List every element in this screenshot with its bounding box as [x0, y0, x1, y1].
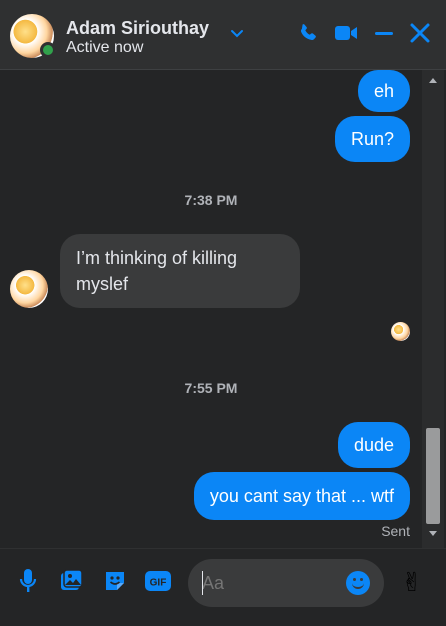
- close-icon: [408, 21, 432, 50]
- image-icon: [58, 568, 84, 599]
- scrollbar[interactable]: [422, 70, 444, 548]
- chat-header[interactable]: Adam Siriouthay Active now: [0, 0, 446, 70]
- outgoing-message[interactable]: eh: [357, 70, 410, 112]
- incoming-message[interactable]: I’m thinking of killing myslef: [60, 234, 300, 308]
- message-input[interactable]: [202, 569, 342, 597]
- chevron-down-icon[interactable]: [229, 26, 245, 42]
- voice-clip-button[interactable]: [14, 568, 42, 599]
- outgoing-message[interactable]: you cant say that ... wtf: [193, 472, 410, 520]
- timestamp: 7:55 PM: [184, 380, 238, 396]
- quick-reaction-button[interactable]: ✌: [401, 567, 423, 598]
- svg-text:GIF: GIF: [150, 577, 167, 588]
- sent-status: Sent: [381, 523, 410, 539]
- contact-avatar-small[interactable]: [10, 270, 48, 308]
- contact-name[interactable]: Adam Siriouthay: [66, 18, 209, 38]
- message-thread[interactable]: eh Run? 7:38 PM I’m thinking of killing …: [0, 70, 422, 548]
- outgoing-message[interactable]: dude: [337, 422, 410, 468]
- contact-avatar[interactable]: [10, 14, 56, 58]
- contact-info[interactable]: Adam Siriouthay Active now: [66, 18, 209, 58]
- close-button[interactable]: [407, 22, 433, 48]
- read-receipt-avatar: [391, 322, 410, 341]
- voice-call-button[interactable]: [295, 22, 321, 48]
- chat-window: Adam Siriouthay Active now eh Run? 7:38 …: [0, 0, 446, 626]
- timestamp: 7:38 PM: [184, 192, 238, 208]
- message-composer: GIF ✌: [0, 548, 446, 626]
- sticker-button[interactable]: [101, 569, 129, 597]
- video-call-button[interactable]: [333, 22, 359, 48]
- sticker-icon: [102, 568, 128, 599]
- photo-button[interactable]: [57, 568, 85, 599]
- text-caret: [202, 571, 203, 595]
- message-input-box[interactable]: [188, 559, 384, 607]
- active-status-dot: [40, 42, 56, 58]
- microphone-icon: [18, 568, 38, 599]
- minimize-button[interactable]: [371, 22, 397, 48]
- emoji-icon[interactable]: [346, 571, 370, 595]
- phone-icon: [296, 21, 320, 50]
- gif-icon: GIF: [144, 569, 172, 598]
- video-camera-icon: [333, 21, 359, 50]
- contact-status: Active now: [66, 39, 144, 56]
- scroll-up-arrow-icon[interactable]: [427, 74, 439, 86]
- minimize-icon: [372, 21, 396, 50]
- scroll-down-arrow-icon[interactable]: [427, 526, 439, 538]
- gif-button[interactable]: GIF: [144, 569, 172, 597]
- scroll-thumb[interactable]: [426, 428, 440, 524]
- emoji-mouth: [352, 582, 364, 589]
- outgoing-message[interactable]: Run?: [334, 116, 410, 162]
